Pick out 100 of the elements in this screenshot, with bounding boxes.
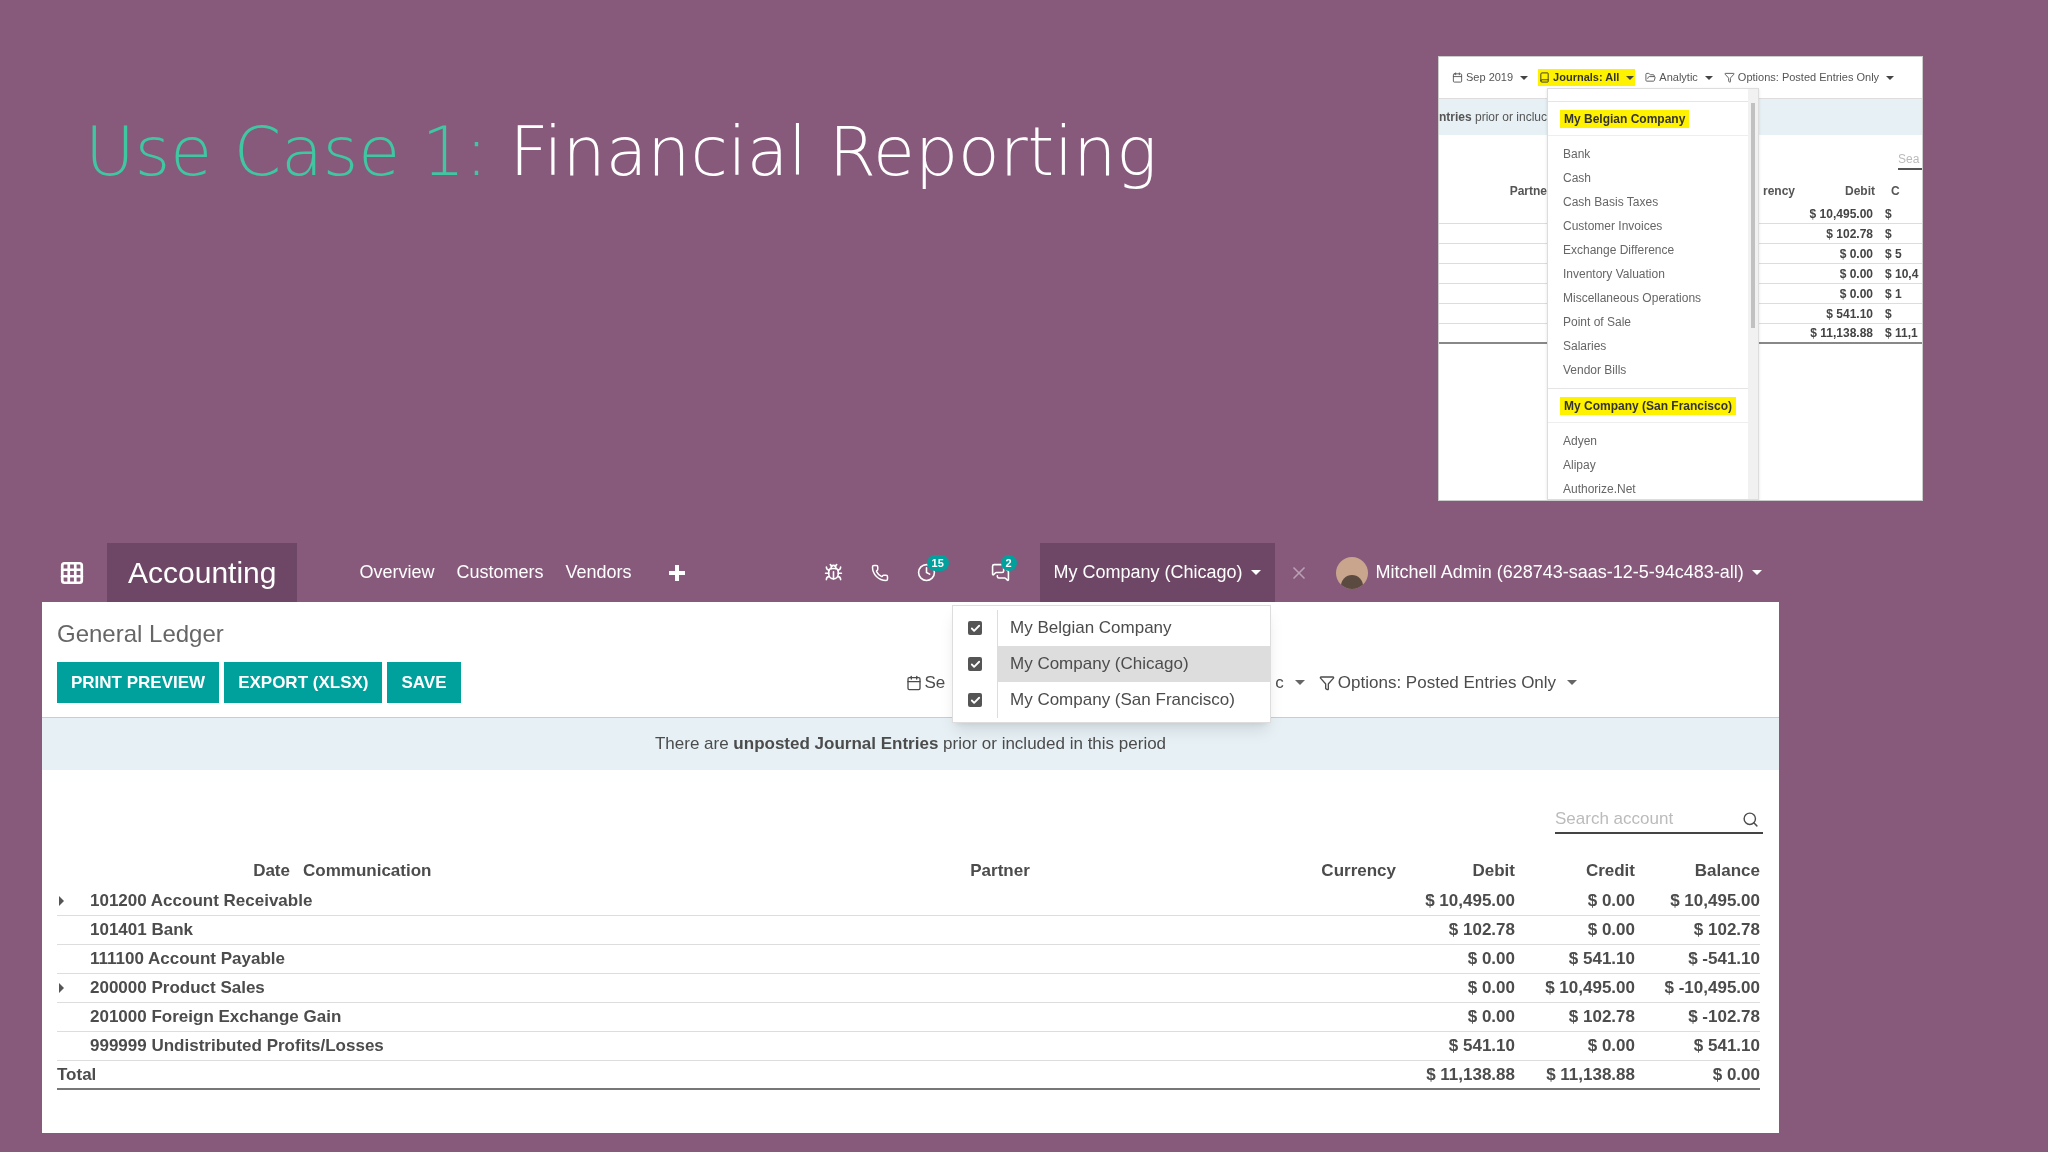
action-button[interactable]: SAVE — [387, 662, 461, 703]
user-menu[interactable]: Mitchell Admin (628743-saas-12-5-94c483-all) — [1375, 559, 1762, 586]
action-button[interactable]: EXPORT (XLSX) — [224, 662, 383, 703]
calendar-icon — [1452, 72, 1463, 83]
account-name[interactable]: 111100 Account Payable — [90, 948, 285, 968]
book-icon — [1539, 72, 1551, 83]
debit-cell: $ 102.78 — [1396, 915, 1515, 944]
caret-icon — [1250, 570, 1261, 575]
filter-dropdown[interactable]: c — [1275, 669, 1305, 696]
account-name[interactable]: 101401 Bank — [90, 919, 194, 939]
caret-icon — [1294, 680, 1305, 685]
count-badge: 15 — [926, 555, 949, 571]
phone-icon[interactable] — [870, 563, 889, 582]
filter-dropdown[interactable]: Options: Posted Entries Only — [1318, 669, 1578, 696]
account-name[interactable]: 101200 Account Receivable — [90, 890, 313, 910]
filter-icon — [1723, 72, 1735, 83]
balance-cell: $ -541.10 — [1635, 944, 1760, 973]
search-icon[interactable] — [1742, 810, 1759, 828]
action-button[interactable]: PRINT PREVIEW — [57, 662, 220, 703]
journal-item[interactable]: Inventory Valuation — [1548, 262, 1749, 286]
filter-dropdown[interactable]: Options: Posted Entries Only — [1722, 69, 1896, 86]
credit-cell: $ 541.10 — [1515, 944, 1635, 973]
credit-cell: $ 11,138.88 — [1515, 1060, 1635, 1089]
journal-item[interactable]: Cash — [1548, 166, 1749, 190]
company-switcher[interactable]: My Company (Chicago) — [1039, 543, 1275, 602]
balance-cell: $ -102.78 — [1635, 1002, 1760, 1031]
account-name[interactable]: 999999 Undistributed Profits/Losses — [90, 1035, 384, 1055]
account-name[interactable]: 201000 Foreign Exchange Gain — [90, 1006, 342, 1026]
caret-icon — [1704, 75, 1713, 80]
credit-cell-text: $ — [1885, 305, 1892, 323]
caret-icon — [1886, 75, 1895, 80]
expand-caret-icon[interactable] — [59, 895, 64, 906]
caret-icon — [1626, 75, 1635, 80]
journal-item[interactable]: Miscellaneous Operations — [1548, 286, 1749, 310]
filter-dropdown[interactable]: Journals: All — [1538, 69, 1636, 86]
scrollbar[interactable] — [1748, 89, 1758, 499]
checkbox[interactable] — [968, 693, 982, 707]
column-header: C — [1891, 183, 1900, 200]
company-option[interactable]: My Company (Chicago) — [997, 646, 1270, 682]
credit-cell: $ 0.00 — [1515, 1031, 1635, 1060]
filter-dropdown[interactable]: Sep 2019 — [1451, 69, 1530, 86]
credit-cell: $ 0.00 — [1515, 915, 1635, 944]
debit-cell-text: $ 10,495.00 — [1808, 205, 1873, 223]
column-header: Debit — [1844, 183, 1875, 200]
journal-item[interactable]: Point of Sale — [1548, 310, 1749, 334]
column-header: rency — [1763, 183, 1793, 200]
checkbox[interactable] — [968, 657, 982, 671]
column-header: Communication — [290, 856, 690, 886]
credit-cell-text: $ 11,1 — [1885, 325, 1918, 342]
credit-cell-text: $ 5 — [1885, 245, 1902, 263]
column-header: Currency — [1320, 860, 1396, 883]
filter-dropdown[interactable]: Se — [905, 669, 946, 696]
journal-item[interactable]: Cash Basis Taxes — [1548, 190, 1749, 214]
journal-item[interactable]: Alipay — [1548, 453, 1749, 477]
menu-item[interactable]: Customers — [456, 559, 544, 586]
column-header: Partner — [969, 860, 1031, 883]
credit-cell: $ 102.78 — [1515, 1002, 1635, 1031]
credit-cell: $ 10,495.00 — [1515, 973, 1635, 1002]
menu-item[interactable]: Vendors — [565, 559, 632, 586]
apps-menu-icon[interactable] — [59, 559, 85, 586]
journal-item[interactable]: Vendor Bills — [1548, 358, 1749, 382]
column-header: Debit — [1396, 856, 1515, 886]
plus-icon[interactable] — [668, 564, 685, 581]
balance-cell: $ 10,495.00 — [1635, 886, 1760, 915]
total-label: Total — [57, 1060, 1310, 1089]
debit-cell: $ 541.10 — [1396, 1031, 1515, 1060]
journal-item[interactable]: Authorize.Net — [1548, 477, 1749, 500]
checkbox[interactable] — [968, 621, 982, 635]
page-title: General Ledger — [57, 619, 224, 649]
debit-cell-text: $ 0.00 — [1838, 245, 1873, 263]
menu-item[interactable]: Overview — [359, 559, 435, 586]
search-field[interactable]: Search account — [1555, 806, 1742, 832]
balance-cell: $ 102.78 — [1635, 915, 1760, 944]
journal-item[interactable]: Bank — [1548, 142, 1749, 166]
app-name[interactable]: Accounting — [107, 543, 298, 602]
journal-item[interactable]: Salaries — [1548, 334, 1749, 358]
column-header: Date — [252, 860, 290, 883]
company-option[interactable]: My Company (San Francisco) — [997, 682, 1270, 718]
debit-cell: $ 0.00 — [1396, 944, 1515, 973]
company-header: My Company (San Francisco) — [1560, 396, 1737, 415]
journal-item[interactable]: Adyen — [1548, 429, 1749, 453]
expand-caret-icon[interactable] — [59, 982, 64, 993]
filter-dropdown[interactable]: Analytic — [1644, 69, 1714, 86]
account-name[interactable]: 200000 Product Sales — [90, 977, 265, 997]
avatar — [1335, 556, 1368, 589]
debit-cell: $ 11,138.88 — [1396, 1060, 1515, 1089]
journal-item[interactable]: Exchange Difference — [1548, 238, 1749, 262]
debit-cell-text: $ 102.78 — [1825, 225, 1873, 243]
check-icon — [969, 658, 981, 670]
folder-icon — [1645, 72, 1657, 83]
debit-cell-text: $ 541.10 — [1825, 305, 1873, 323]
credit-cell-text: $ 10,4 — [1885, 265, 1919, 283]
debit-cell-text: $ 0.00 — [1838, 285, 1873, 303]
debit-cell: $ 10,495.00 — [1396, 886, 1515, 915]
journal-item[interactable]: Customer Invoices — [1548, 214, 1749, 238]
filter-icon — [1318, 674, 1335, 691]
caret-icon — [1751, 570, 1762, 575]
bug-icon[interactable] — [823, 563, 843, 582]
balance-cell: $ 541.10 — [1635, 1031, 1760, 1060]
count-badge: 2 — [1000, 555, 1017, 571]
